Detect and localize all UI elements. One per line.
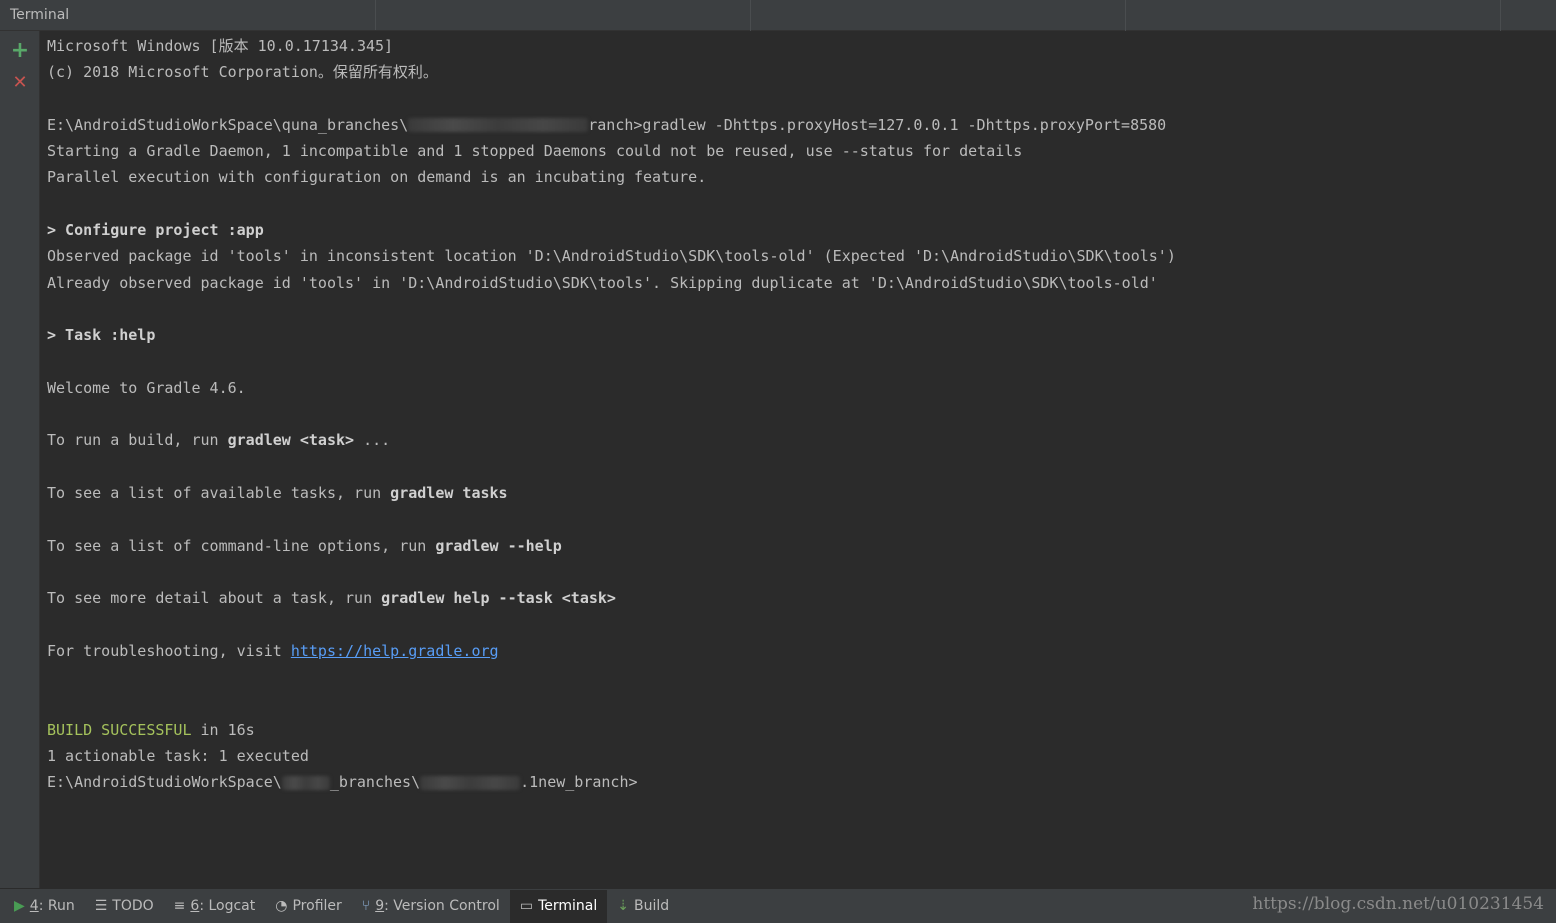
build-icon: ⇣ <box>617 898 629 914</box>
path-text: _branches\ <box>329 773 421 792</box>
tab-logcat[interactable]: ≡ 6: Logcat <box>164 890 266 923</box>
output-text: Already observed package id 'tools' in '… <box>47 273 1158 292</box>
tool-window-tabs: ▶ 4: Run ☰ TODO ≡ 6: Logcat ◔ Profiler ⑂ 9: Versi… <box>0 889 679 923</box>
version-control-icon: ⑂ <box>361 898 371 914</box>
tab-terminal[interactable]: ▭ Terminal <box>509 889 608 923</box>
tab-shortcut-key: 4 <box>29 898 39 914</box>
tab-label: : Version Control <box>384 898 500 914</box>
tab-profiler[interactable]: ◔ Profiler <box>265 890 352 923</box>
redacted-text <box>408 118 589 133</box>
terminal-line: Parallel execution with configuration on… <box>47 164 1547 190</box>
tab-build[interactable]: ⇣ Build <box>607 890 679 923</box>
command-hint: gradlew <task> <box>227 431 355 450</box>
terminal-line: Observed package id 'tools' in inconsist… <box>47 243 1547 269</box>
terminal-line: To see more detail about a task, run gra… <box>47 585 1547 611</box>
header-segment <box>751 0 1126 31</box>
tab-run[interactable]: ▶ 4: Run <box>4 890 85 923</box>
terminal-line: Already observed package id 'tools' in '… <box>47 270 1547 296</box>
todo-icon: ☰ <box>94 898 108 914</box>
command-hint: gradlew help --task <task> <box>381 589 616 608</box>
output-text: To see a list of available tasks, run <box>47 484 391 503</box>
header-segment <box>1126 0 1501 31</box>
tab-label: : Run <box>38 898 75 914</box>
logcat-icon: ≡ <box>173 898 186 914</box>
terminal-sidebar: + ✕ <box>0 31 40 888</box>
tool-window-title: Terminal <box>0 0 376 30</box>
help-link[interactable]: https://help.gradle.org <box>291 642 499 660</box>
run-icon: ▶ <box>14 898 25 914</box>
output-text: Parallel execution with configuration on… <box>47 168 707 187</box>
tab-version-control[interactable]: ⑂ 9: Version Control <box>352 890 510 923</box>
output-text: For troubleshooting, visit <box>47 641 291 660</box>
new-session-icon[interactable]: + <box>9 38 31 63</box>
tool-window-bar: ▶ 4: Run ☰ TODO ≡ 6: Logcat ◔ Profiler ⑂ 9: Versi… <box>0 888 1556 923</box>
terminal-line: > Task :help <box>47 322 1547 348</box>
terminal-icon: ▭ <box>519 898 534 914</box>
tab-label: : Logcat <box>199 898 256 914</box>
command-hint: gradlew --help <box>435 536 562 555</box>
output-text: in 16s <box>191 720 255 739</box>
section-header: > Task :help <box>47 326 156 345</box>
output-text: To run a build, run <box>47 431 228 450</box>
header-segment <box>376 0 751 31</box>
terminal-line: Microsoft Windows [版本 10.0.17134.345] <box>47 33 1547 59</box>
output-text: ... <box>354 431 391 450</box>
tab-label: Build <box>633 898 670 914</box>
terminal-line: (c) 2018 Microsoft Corporation。保留所有权利。 <box>47 59 1547 85</box>
output-text: (c) 2018 Microsoft Corporation。保留所有权利。 <box>47 63 438 82</box>
command-text: .1new_branch> <box>520 773 638 792</box>
terminal-line: E:\AndroidStudioWorkSpace\ _branches\ .1ne… <box>47 769 1547 795</box>
command-hint: gradlew tasks <box>390 484 508 503</box>
output-text: Microsoft Windows [版本 10.0.17134.345] <box>47 37 394 55</box>
terminal-line: BUILD SUCCESSFUL in 16s <box>47 717 1547 743</box>
terminal-line: For troubleshooting, visit https://help.… <box>47 638 1547 664</box>
tab-label: Terminal <box>538 898 598 914</box>
tab-label: Profiler <box>292 898 342 914</box>
output-text: To see more detail about a task, run <box>47 589 382 608</box>
terminal-line: To see a list of command-line options, r… <box>47 533 1547 559</box>
terminal-line: To see a list of available tasks, run gr… <box>47 480 1547 506</box>
watermark-text: https://blog.csdn.net/u010231454 <box>1252 894 1544 914</box>
terminal-line: Starting a Gradle Daemon, 1 incompatible… <box>47 138 1547 164</box>
path-text: E:\AndroidStudioWorkSpace\ <box>47 773 282 792</box>
redacted-text <box>281 775 330 790</box>
tab-shortcut-key: 9 <box>375 898 385 914</box>
path-text: E:\AndroidStudioWorkSpace\quna_branches\ <box>47 115 409 134</box>
section-header: > Configure project :app <box>47 221 264 240</box>
tab-todo[interactable]: ☰ TODO <box>85 890 164 923</box>
terminal-output[interactable]: Microsoft Windows [版本 10.0.17134.345] (c)… <box>47 33 1547 883</box>
output-text: Welcome to Gradle 4.6. <box>47 378 246 397</box>
terminal-line: Welcome to Gradle 4.6. <box>47 375 1547 401</box>
terminal-line: To run a build, run gradlew <task> ... <box>47 427 1547 453</box>
profiler-icon: ◔ <box>275 898 288 914</box>
terminal-line: > Configure project :app <box>47 217 1547 243</box>
terminal-line: 1 actionable task: 1 executed <box>47 743 1547 769</box>
output-text: Observed package id 'tools' in inconsist… <box>47 247 1176 266</box>
tab-label: TODO <box>112 898 154 914</box>
tab-shortcut-key: 6 <box>190 898 200 914</box>
build-status: BUILD SUCCESSFUL <box>47 720 192 739</box>
close-session-icon[interactable]: ✕ <box>9 71 31 93</box>
tool-window-header: Terminal <box>0 0 1556 31</box>
output-text: 1 actionable task: 1 executed <box>47 747 309 766</box>
output-text: To see a list of command-line options, r… <box>47 536 436 555</box>
command-text: ranch>gradlew -Dhttps.proxyHost=127.0.0.… <box>588 115 1167 134</box>
output-text: Starting a Gradle Daemon, 1 incompatible… <box>47 142 1023 161</box>
terminal-line: E:\AndroidStudioWorkSpace\quna_branches\… <box>47 112 1547 138</box>
redacted-text <box>420 775 521 790</box>
